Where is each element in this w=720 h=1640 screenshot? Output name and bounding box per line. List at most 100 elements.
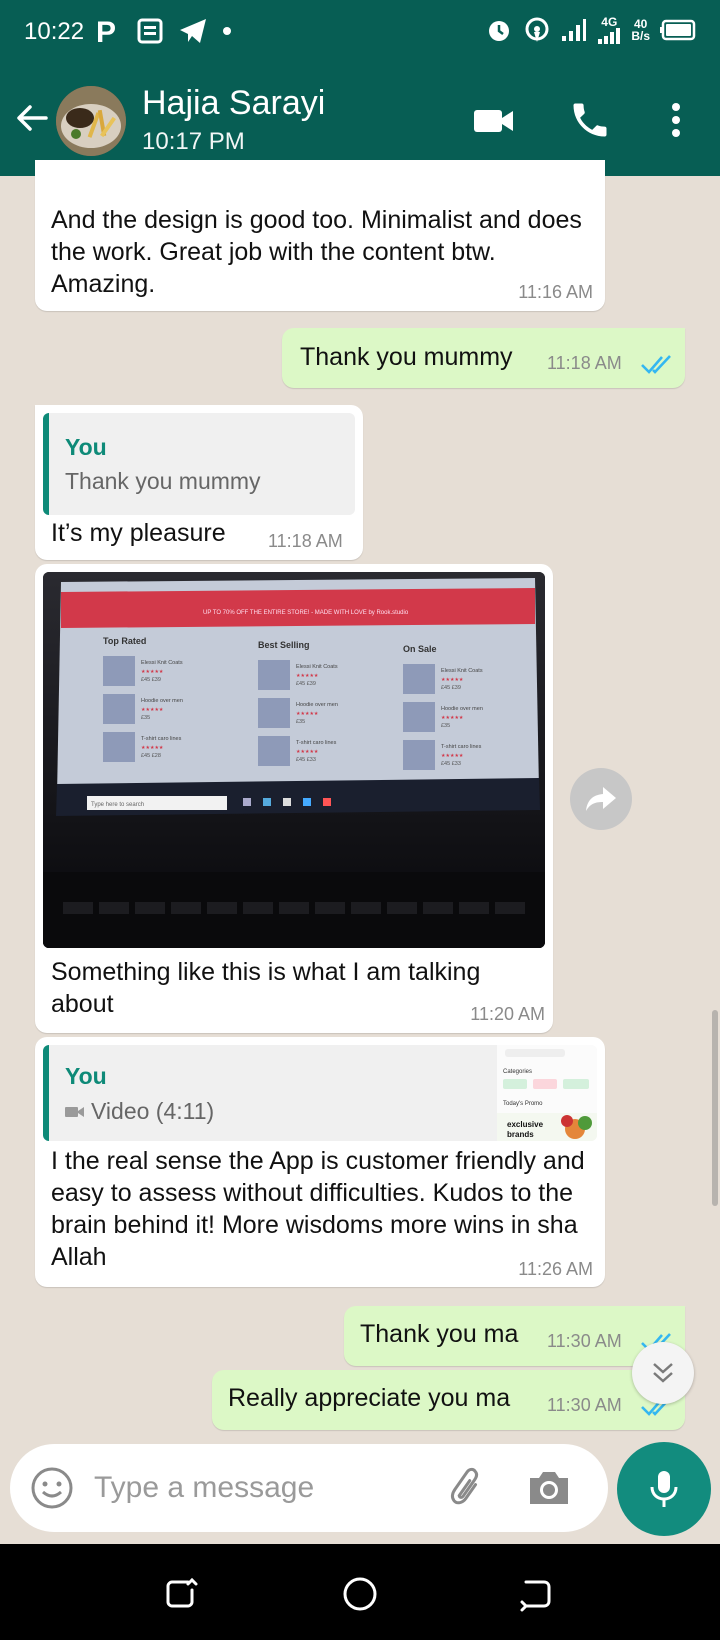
photo-product-price: £45 £39 <box>141 677 161 683</box>
message-text: Thank you mummy <box>300 343 513 371</box>
share-icon <box>586 787 616 811</box>
photo-column-title: Top Rated <box>103 636 146 646</box>
video-call-icon <box>474 110 513 132</box>
message-bubble-outgoing[interactable]: Thank you ma 11:30 AM <box>344 1306 685 1366</box>
photo-product-name: T-shirt caro lines <box>296 740 337 746</box>
forward-button[interactable] <box>570 768 632 830</box>
nav-recents-button[interactable] <box>162 1574 202 1614</box>
photo-product-name: Elessi Knit Coats <box>296 664 338 670</box>
quoted-message[interactable]: You Thank you mummy <box>43 413 355 515</box>
quoted-text: Thank you mummy <box>65 468 261 494</box>
photo-product-price: £45 £33 <box>296 757 316 763</box>
message-bubble-image[interactable]: UP TO 70% OFF THE ENTIRE STORE! - MADE W… <box>35 564 553 1033</box>
svg-text:Today's Promo: Today's Promo <box>503 1101 543 1107</box>
photo-product-name: T-shirt caro lines <box>441 744 482 750</box>
quoted-author: You <box>65 1063 107 1089</box>
photo-product-name: Hoodie over men <box>441 706 483 712</box>
photo-product-price: £45 £28 <box>141 753 161 759</box>
message-time: 11:16 AM <box>518 282 593 302</box>
scroll-to-bottom-button[interactable] <box>632 1342 694 1404</box>
contact-name[interactable]: Hajia Sarayi <box>142 84 325 123</box>
message-bubble-incoming[interactable]: You Video (4:11) Categories Today's Prom… <box>35 1037 605 1287</box>
video-thumbnail-image: Categories Today's Promo exclusive brand… <box>497 1045 597 1141</box>
nav-back-icon <box>520 1580 551 1612</box>
photo-product-stars: ★★★★★ <box>141 669 164 675</box>
more-options-button[interactable] <box>654 98 698 142</box>
last-seen: 10:17 PM <box>142 128 245 155</box>
photo-product-stars: ★★★★★ <box>441 677 464 683</box>
status-time: 10:22 <box>24 18 85 45</box>
photo-product-thumb <box>103 656 135 686</box>
svg-text:exclusive: exclusive <box>507 1120 544 1129</box>
message-bubble-outgoing[interactable]: Really appreciate you ma 11:30 AM <box>212 1370 685 1430</box>
status-bar: 10:22 P 4G 40 B/s <box>0 0 720 64</box>
message-text: Really appreciate you ma <box>228 1384 511 1412</box>
photo-product-thumb <box>258 736 290 766</box>
signal-icon <box>561 18 587 42</box>
photo-product-price: £45 £39 <box>441 685 461 691</box>
photo-product-stars: ★★★★★ <box>141 745 164 751</box>
message-text: I the real sense the App is customer fri… <box>51 1147 585 1271</box>
photo-product-name: Elessi Knit Coats <box>441 668 483 674</box>
voice-call-button[interactable] <box>568 98 612 142</box>
chat-scrollbar[interactable] <box>712 1010 718 1206</box>
nav-back-button[interactable] <box>516 1574 556 1614</box>
photo-product-price: £45 £33 <box>441 761 461 767</box>
hotspot-icon <box>523 16 551 44</box>
photo-product-stars: ★★★★★ <box>296 749 319 755</box>
message-input[interactable] <box>94 1464 414 1512</box>
photo-product-stars: ★★★★★ <box>296 673 319 679</box>
photo-product-price: £45 £39 <box>296 681 316 687</box>
nav-home-button[interactable] <box>340 1574 380 1614</box>
photo-product-stars: ★★★★★ <box>296 711 319 717</box>
photo-product-stars: ★★★★★ <box>141 707 164 713</box>
laptop-screen-photo: UP TO 70% OFF THE ENTIRE STORE! - MADE W… <box>43 572 545 948</box>
back-button[interactable] <box>12 98 52 138</box>
telegram-icon <box>178 17 208 45</box>
camera-button[interactable] <box>526 1466 572 1510</box>
signal-4g-icon: 4G <box>597 16 621 44</box>
message-time: 11:30 AM <box>547 1395 622 1415</box>
status-system-icons: 4G 40 B/s <box>485 16 696 44</box>
attach-button[interactable] <box>446 1466 490 1510</box>
nav-home-icon <box>343 1577 377 1611</box>
emoji-button[interactable] <box>30 1466 74 1510</box>
photo-product-name: Hoodie over men <box>141 698 183 704</box>
photo-product-thumb <box>403 740 435 770</box>
svg-text:Categories: Categories <box>503 1069 532 1075</box>
message-time: 11:26 AM <box>518 1259 593 1279</box>
status-notification-icons: P <box>96 16 232 46</box>
photo-product-name: Hoodie over men <box>296 702 338 708</box>
camera-icon <box>530 1472 568 1504</box>
message-time: 11:18 AM <box>268 531 343 551</box>
more-vert-icon <box>672 103 680 137</box>
news-icon <box>136 17 164 45</box>
photo-product-stars: ★★★★★ <box>441 753 464 759</box>
photo-column-title: Best Selling <box>258 640 310 650</box>
message-bubble-incoming[interactable]: You Thank you mummy It’s my pleasure 11:… <box>35 405 363 560</box>
photo-product-thumb <box>258 660 290 690</box>
message-time: 11:20 AM <box>470 1004 545 1024</box>
message-bubble-outgoing[interactable]: Thank you mummy 11:18 AM <box>282 328 685 388</box>
photo-product-thumb <box>403 664 435 694</box>
attach-icon <box>451 1467 479 1505</box>
parking-icon: P <box>96 16 122 46</box>
voice-message-button[interactable] <box>617 1442 711 1536</box>
photo-product-name: Elessi Knit Coats <box>141 660 183 666</box>
message-bubble-incoming[interactable]: And the design is good too. Minimalist a… <box>35 160 605 311</box>
quoted-message[interactable]: You Video (4:11) Categories Today's Prom… <box>43 1045 597 1141</box>
data-speed: 40 B/s <box>631 18 650 42</box>
mic-icon <box>650 1471 678 1507</box>
svg-text:brands: brands <box>507 1130 534 1139</box>
message-time: 11:30 AM <box>547 1331 622 1351</box>
message-text: Thank you ma <box>360 1320 519 1348</box>
emoji-icon <box>31 1467 73 1509</box>
photo-product-thumb <box>103 732 135 762</box>
message-text: And the design is good too. Minimalist a… <box>51 206 582 298</box>
photo-taskbar-search: Type here to search <box>91 802 144 808</box>
video-call-button[interactable] <box>472 98 516 142</box>
avatar[interactable] <box>56 86 126 156</box>
message-text: Something like this is what I am talking… <box>51 958 481 1018</box>
photo-product-name: T-shirt caro lines <box>141 736 182 742</box>
image-attachment[interactable]: UP TO 70% OFF THE ENTIRE STORE! - MADE W… <box>43 572 545 948</box>
